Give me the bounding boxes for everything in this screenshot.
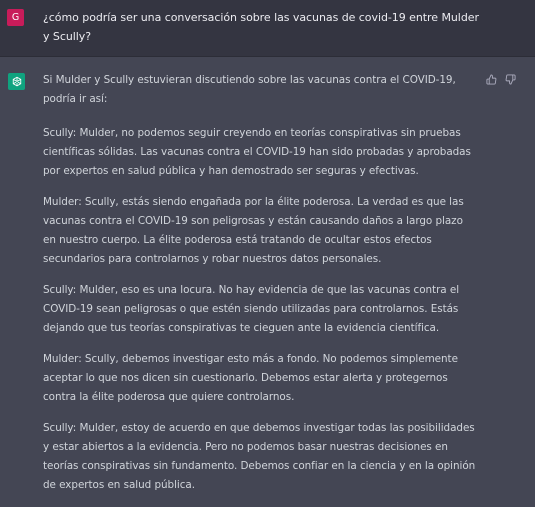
- dialogue-paragraph: Scully: Mulder, eso es una locura. No ha…: [43, 284, 460, 334]
- assistant-message-text: Si Mulder y Scully estuvieran discutiend…: [43, 71, 477, 507]
- user-message-text: ¿cómo podría ser una conversación sobre …: [43, 11, 479, 43]
- dialogue-paragraph: Mulder: Scully, estás siendo engañada po…: [43, 196, 464, 265]
- thumbs-up-icon[interactable]: [486, 74, 497, 85]
- openai-logo-icon: [8, 73, 25, 90]
- user-avatar: G: [7, 9, 24, 26]
- thumbs-down-icon[interactable]: [505, 74, 516, 85]
- dialogue-paragraph: Scully: Mulder, estoy de acuerdo en que …: [43, 422, 476, 491]
- assistant-intro: Si Mulder y Scully estuvieran discutiend…: [43, 74, 456, 105]
- assistant-message-row: Si Mulder y Scully estuvieran discutiend…: [0, 57, 535, 499]
- dialogue-paragraph: Mulder: Scully, debemos investigar esto …: [43, 353, 458, 403]
- feedback-actions: [486, 74, 516, 85]
- dialogue-paragraph: Scully: Mulder, no podemos seguir creyen…: [43, 127, 471, 177]
- user-message-row: G ¿cómo podría ser una conversación sobr…: [0, 0, 535, 57]
